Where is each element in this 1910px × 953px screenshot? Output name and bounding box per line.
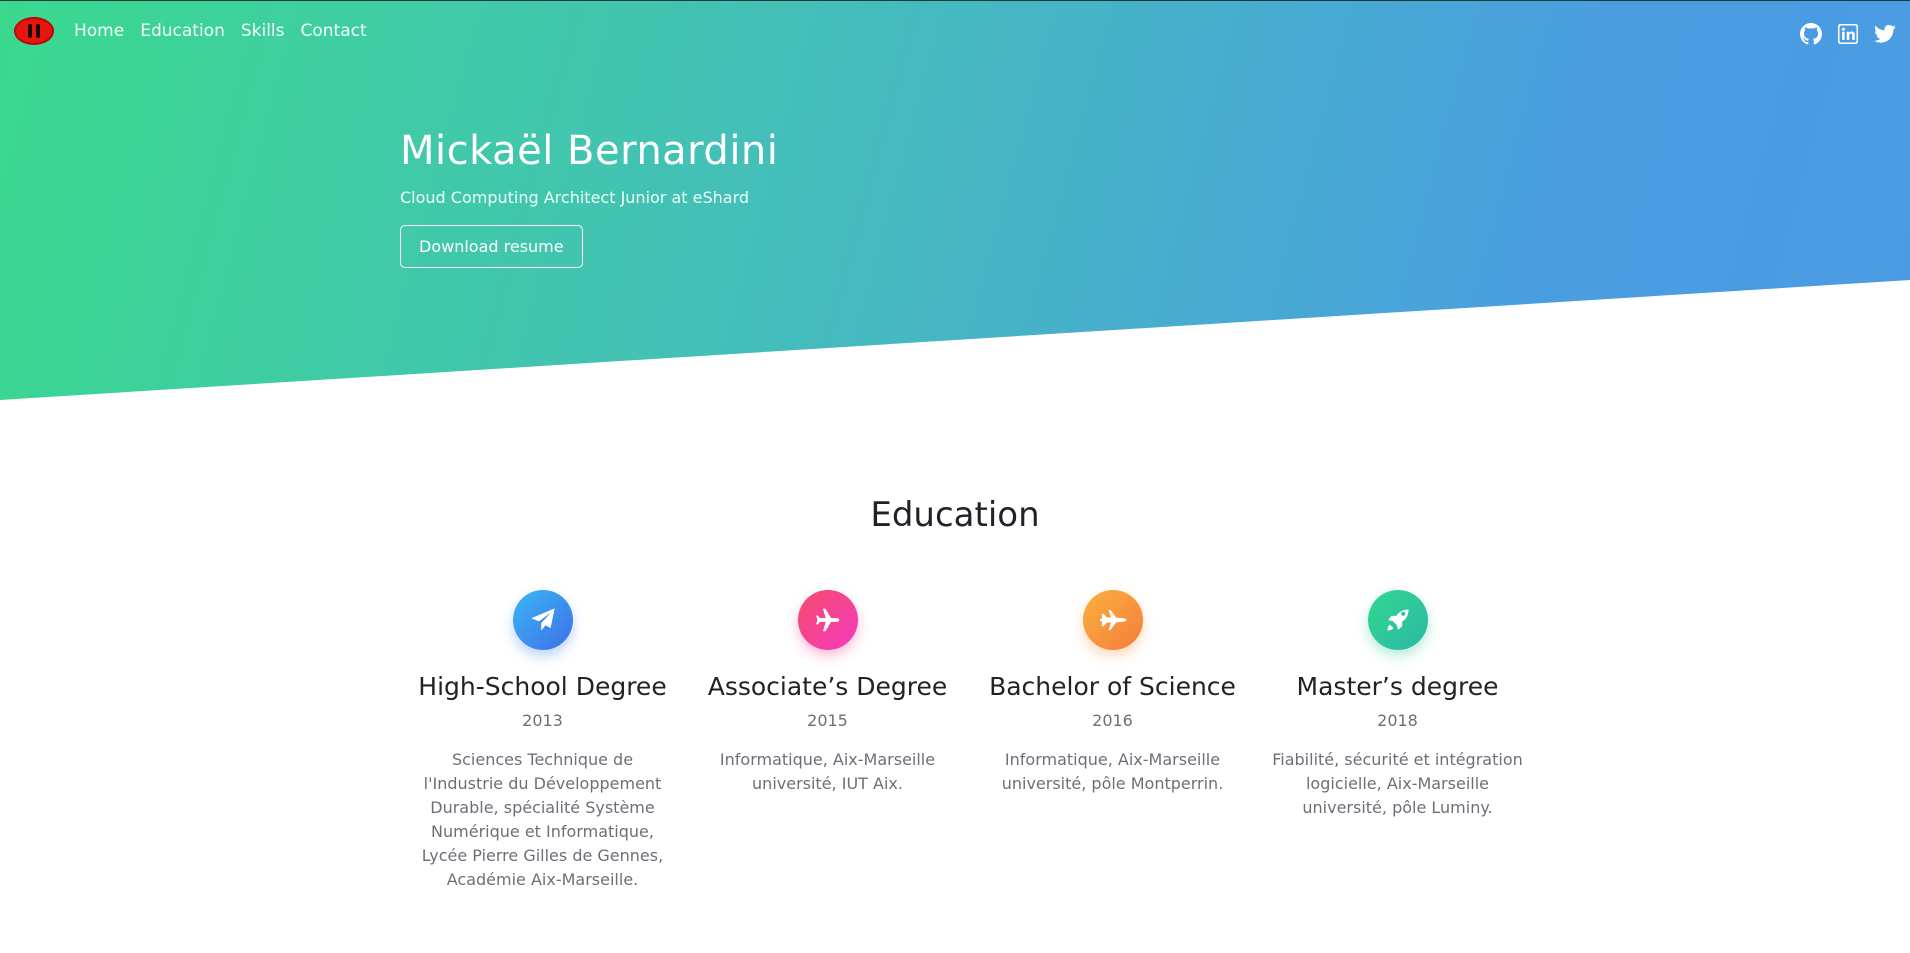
- education-card-description: Informatique, Aix-Marseille université, …: [1001, 750, 1224, 793]
- education-card: High-School Degree 2013 Sciences Techniq…: [400, 590, 685, 892]
- education-card-description: Informatique, Aix-Marseille université, …: [719, 750, 936, 793]
- nav-link-contact[interactable]: Contact: [301, 21, 367, 41]
- education-card-year: 2015: [807, 711, 848, 730]
- education-card-title: High-School Degree: [418, 672, 667, 701]
- education-card-year: 2016: [1092, 711, 1133, 730]
- pause-logo[interactable]: [14, 17, 54, 45]
- fighter-jet-icon: [1082, 590, 1143, 650]
- education-card-year: 2018: [1377, 711, 1418, 730]
- paper-plane-icon: [512, 590, 573, 650]
- airplane-icon: [797, 590, 858, 650]
- rocket-icon: [1367, 590, 1428, 650]
- nav-link-home[interactable]: Home: [74, 21, 124, 41]
- top-border: [0, 0, 1910, 1]
- education-card-description: Sciences Technique de l'Industrie du Dév…: [421, 750, 664, 889]
- education-card-year: 2013: [522, 711, 563, 730]
- nav-link-education[interactable]: Education: [140, 21, 225, 41]
- education-card: Master’s degree 2018 Fiabilité, sécurité…: [1255, 590, 1540, 892]
- education-card: Associate’s Degree 2015 Informatique, Ai…: [685, 590, 970, 892]
- hero-banner: [0, 0, 1910, 400]
- education-card: Bachelor of Science 2016 Informatique, A…: [970, 590, 1255, 892]
- education-title: Education: [870, 495, 1040, 535]
- linkedin-icon[interactable]: [1838, 24, 1858, 44]
- education-list: High-School Degree 2013 Sciences Techniq…: [400, 590, 1540, 892]
- education-card-title: Associate’s Degree: [707, 672, 948, 701]
- download-resume-button[interactable]: Download resume: [400, 225, 583, 268]
- hero-subtitle: Cloud Computing Architect Junior at eSha…: [400, 188, 750, 207]
- nav-link-skills[interactable]: Skills: [241, 21, 285, 41]
- hero-name: Mickaël Bernardini: [400, 128, 779, 174]
- page: Home Education Skills Contact Mickaël Be…: [0, 0, 1910, 953]
- social-links: [1800, 23, 1896, 45]
- navbar: Home Education Skills Contact: [14, 17, 367, 45]
- hero-content: Mickaël Bernardini Cloud Computing Archi…: [400, 128, 778, 268]
- education-card-title: Bachelor of Science: [989, 672, 1236, 701]
- education-card-description: Fiabilité, sécurité et intégration logic…: [1272, 750, 1523, 817]
- education-card-title: Master’s degree: [1296, 672, 1499, 701]
- github-icon[interactable]: [1800, 23, 1822, 45]
- twitter-icon[interactable]: [1874, 24, 1896, 44]
- nav-links: Home Education Skills Contact: [74, 21, 367, 41]
